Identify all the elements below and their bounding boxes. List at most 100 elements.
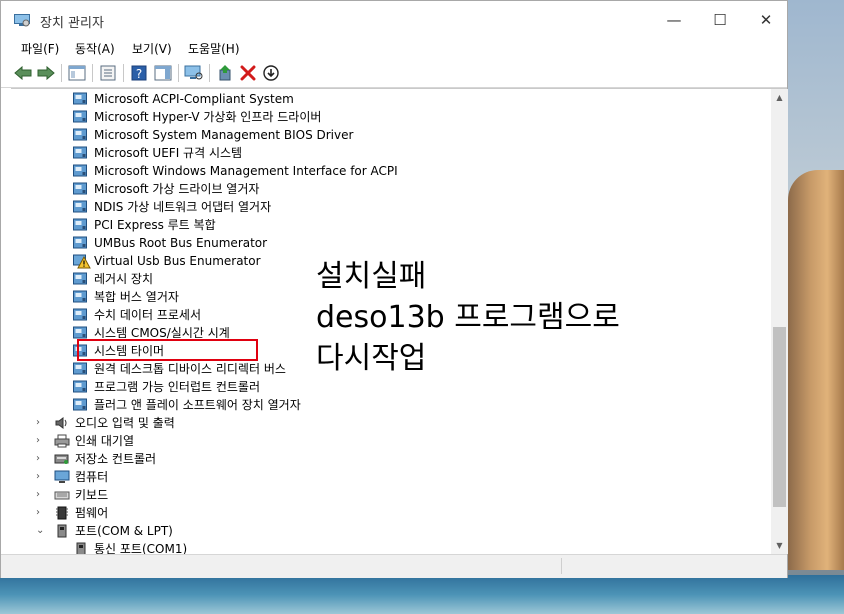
- properties-button[interactable]: [98, 63, 118, 83]
- tree-item[interactable]: NDIS 가상 네트워크 어댑터 열거자: [11, 198, 771, 216]
- computer-icon: [54, 470, 70, 484]
- console-tree-button[interactable]: [67, 63, 87, 83]
- menu-view[interactable]: 보기(V): [132, 40, 172, 57]
- system-device-icon: [73, 236, 89, 250]
- menu-bar: 파일(F) 동작(A) 보기(V) 도움말(H): [1, 39, 787, 59]
- disable-device-button[interactable]: [261, 63, 281, 83]
- system-device-icon: [73, 218, 89, 232]
- tree-expander-icon[interactable]: ›: [36, 414, 46, 432]
- tree-item[interactable]: UMBus Root Bus Enumerator: [11, 234, 771, 252]
- tree-item[interactable]: Microsoft Hyper-V 가상화 인프라 드라이버: [11, 108, 771, 126]
- show-hide-console-tree-icon: [68, 65, 86, 81]
- tree-item[interactable]: Microsoft 가상 드라이브 열거자: [11, 180, 771, 198]
- tree-expander-icon[interactable]: ›: [36, 432, 46, 450]
- tree-item[interactable]: PCI Express 루트 복합: [11, 216, 771, 234]
- disable-device-icon: [263, 65, 279, 81]
- window-title: 장치 관리자: [40, 16, 104, 31]
- system-device-icon: [73, 200, 89, 214]
- toolbar-separator: [123, 64, 124, 82]
- annotation-line: deso13b 프로그램으로: [316, 300, 620, 335]
- minimize-icon: —: [666, 11, 682, 29]
- uninstall-device-button[interactable]: [238, 63, 258, 83]
- menu-action[interactable]: 동작(A): [75, 40, 115, 57]
- printer-icon: [54, 434, 70, 448]
- tree-item-label: 수치 데이터 프로세서: [94, 308, 201, 322]
- tree-expander-icon[interactable]: ⌄: [36, 522, 46, 540]
- tree-item[interactable]: Microsoft Windows Management Interface f…: [11, 162, 771, 180]
- tree-item-label: 저장소 컨트롤러: [75, 452, 157, 466]
- tree-item-label: NDIS 가상 네트워크 어댑터 열거자: [94, 200, 272, 214]
- tree-item-label: Microsoft System Management BIOS Driver: [94, 128, 354, 142]
- tree-expander-icon[interactable]: ›: [36, 450, 46, 468]
- tree-item-label: 플러그 앤 플레이 소프트웨어 장치 열거자: [94, 398, 301, 412]
- system-device-icon: [73, 92, 89, 106]
- tree-item[interactable]: Microsoft System Management BIOS Driver: [11, 126, 771, 144]
- scroll-down-icon: ▼: [776, 541, 783, 550]
- back-button[interactable]: [13, 63, 33, 83]
- system-device-icon: [73, 362, 89, 376]
- tree-item[interactable]: › 컴퓨터: [11, 468, 771, 486]
- system-device-icon: [73, 308, 89, 322]
- tree-item[interactable]: › 펌웨어: [11, 504, 771, 522]
- forward-arrow-icon: [37, 66, 55, 80]
- tree-item[interactable]: › 오디오 입력 및 출력: [11, 414, 771, 432]
- tree-item-label: Microsoft UEFI 규격 시스템: [94, 146, 243, 160]
- forward-button[interactable]: [36, 63, 56, 83]
- tree-item[interactable]: › 인쇄 대기열: [11, 432, 771, 450]
- tree-item[interactable]: 플러그 앤 플레이 소프트웨어 장치 열거자: [11, 396, 771, 414]
- scroll-up-icon: ▲: [776, 93, 783, 102]
- action-pane-button[interactable]: [153, 63, 173, 83]
- update-driver-button[interactable]: [215, 63, 235, 83]
- properties-icon: [100, 65, 116, 81]
- tree-item-label: 레거시 장치: [94, 272, 154, 286]
- device-manager-icon: [14, 14, 30, 27]
- desktop-sea: [0, 575, 844, 614]
- menu-help[interactable]: 도움말(H): [188, 40, 240, 57]
- annotation-text: 설치실패 deso13b 프로그램으로 다시작업: [316, 256, 620, 379]
- annotation-line: 설치실패: [316, 259, 427, 294]
- title-bar[interactable]: 장치 관리자 — ☐ ✕: [1, 1, 787, 39]
- tree-item[interactable]: ⌄ 포트(COM & LPT): [11, 522, 771, 540]
- close-icon: ✕: [759, 11, 773, 29]
- tree-item[interactable]: Microsoft UEFI 규격 시스템: [11, 144, 771, 162]
- status-pane: [11, 558, 562, 574]
- toolbar-separator: [92, 64, 93, 82]
- system-device-icon: [73, 398, 89, 412]
- tree-item-label: 키보드: [75, 488, 109, 502]
- help-button[interactable]: ?: [129, 63, 149, 83]
- storage-controller-icon: [54, 452, 70, 466]
- close-button[interactable]: ✕: [743, 1, 789, 39]
- scroll-down-button[interactable]: ▼: [771, 537, 788, 554]
- toolbar: ?: [1, 59, 787, 88]
- tree-item-label: 오디오 입력 및 출력: [75, 416, 175, 430]
- speaker-icon: [54, 416, 70, 430]
- tree-expander-icon[interactable]: ›: [36, 486, 46, 504]
- keyboard-icon: [54, 488, 70, 502]
- maximize-button[interactable]: ☐: [697, 1, 743, 39]
- status-bar: [1, 554, 787, 578]
- show-action-pane-icon: [154, 65, 172, 81]
- tree-item-label: Microsoft ACPI-Compliant System: [94, 92, 294, 106]
- update-driver-icon: [219, 65, 231, 81]
- tree-expander-icon[interactable]: ›: [36, 468, 46, 486]
- tree-expander-icon[interactable]: ›: [36, 504, 46, 522]
- scroll-up-button[interactable]: ▲: [771, 89, 788, 106]
- scan-hardware-button[interactable]: [184, 63, 204, 83]
- svg-text:?: ?: [136, 67, 142, 81]
- tree-item[interactable]: › 저장소 컨트롤러: [11, 450, 771, 468]
- menu-file[interactable]: 파일(F): [21, 40, 59, 57]
- tree-item[interactable]: 통신 포트(COM1): [11, 540, 771, 555]
- tree-item-label: 컴퓨터: [75, 470, 109, 484]
- tree-item[interactable]: 프로그램 가능 인터럽트 컨트롤러: [11, 378, 771, 396]
- minimize-button[interactable]: —: [651, 1, 697, 39]
- system-device-icon: [73, 272, 89, 286]
- tree-item[interactable]: Microsoft ACPI-Compliant System: [11, 90, 771, 108]
- vertical-scrollbar[interactable]: ▲ ▼: [771, 89, 788, 554]
- warning-device-icon: [73, 254, 91, 269]
- tree-item-label: 펌웨어: [75, 506, 109, 520]
- uninstall-device-icon: [240, 65, 256, 81]
- tree-item[interactable]: › 키보드: [11, 486, 771, 504]
- tree-item-label: 통신 포트(COM1): [94, 542, 188, 555]
- system-device-icon: [73, 164, 89, 178]
- scroll-thumb[interactable]: [773, 327, 786, 507]
